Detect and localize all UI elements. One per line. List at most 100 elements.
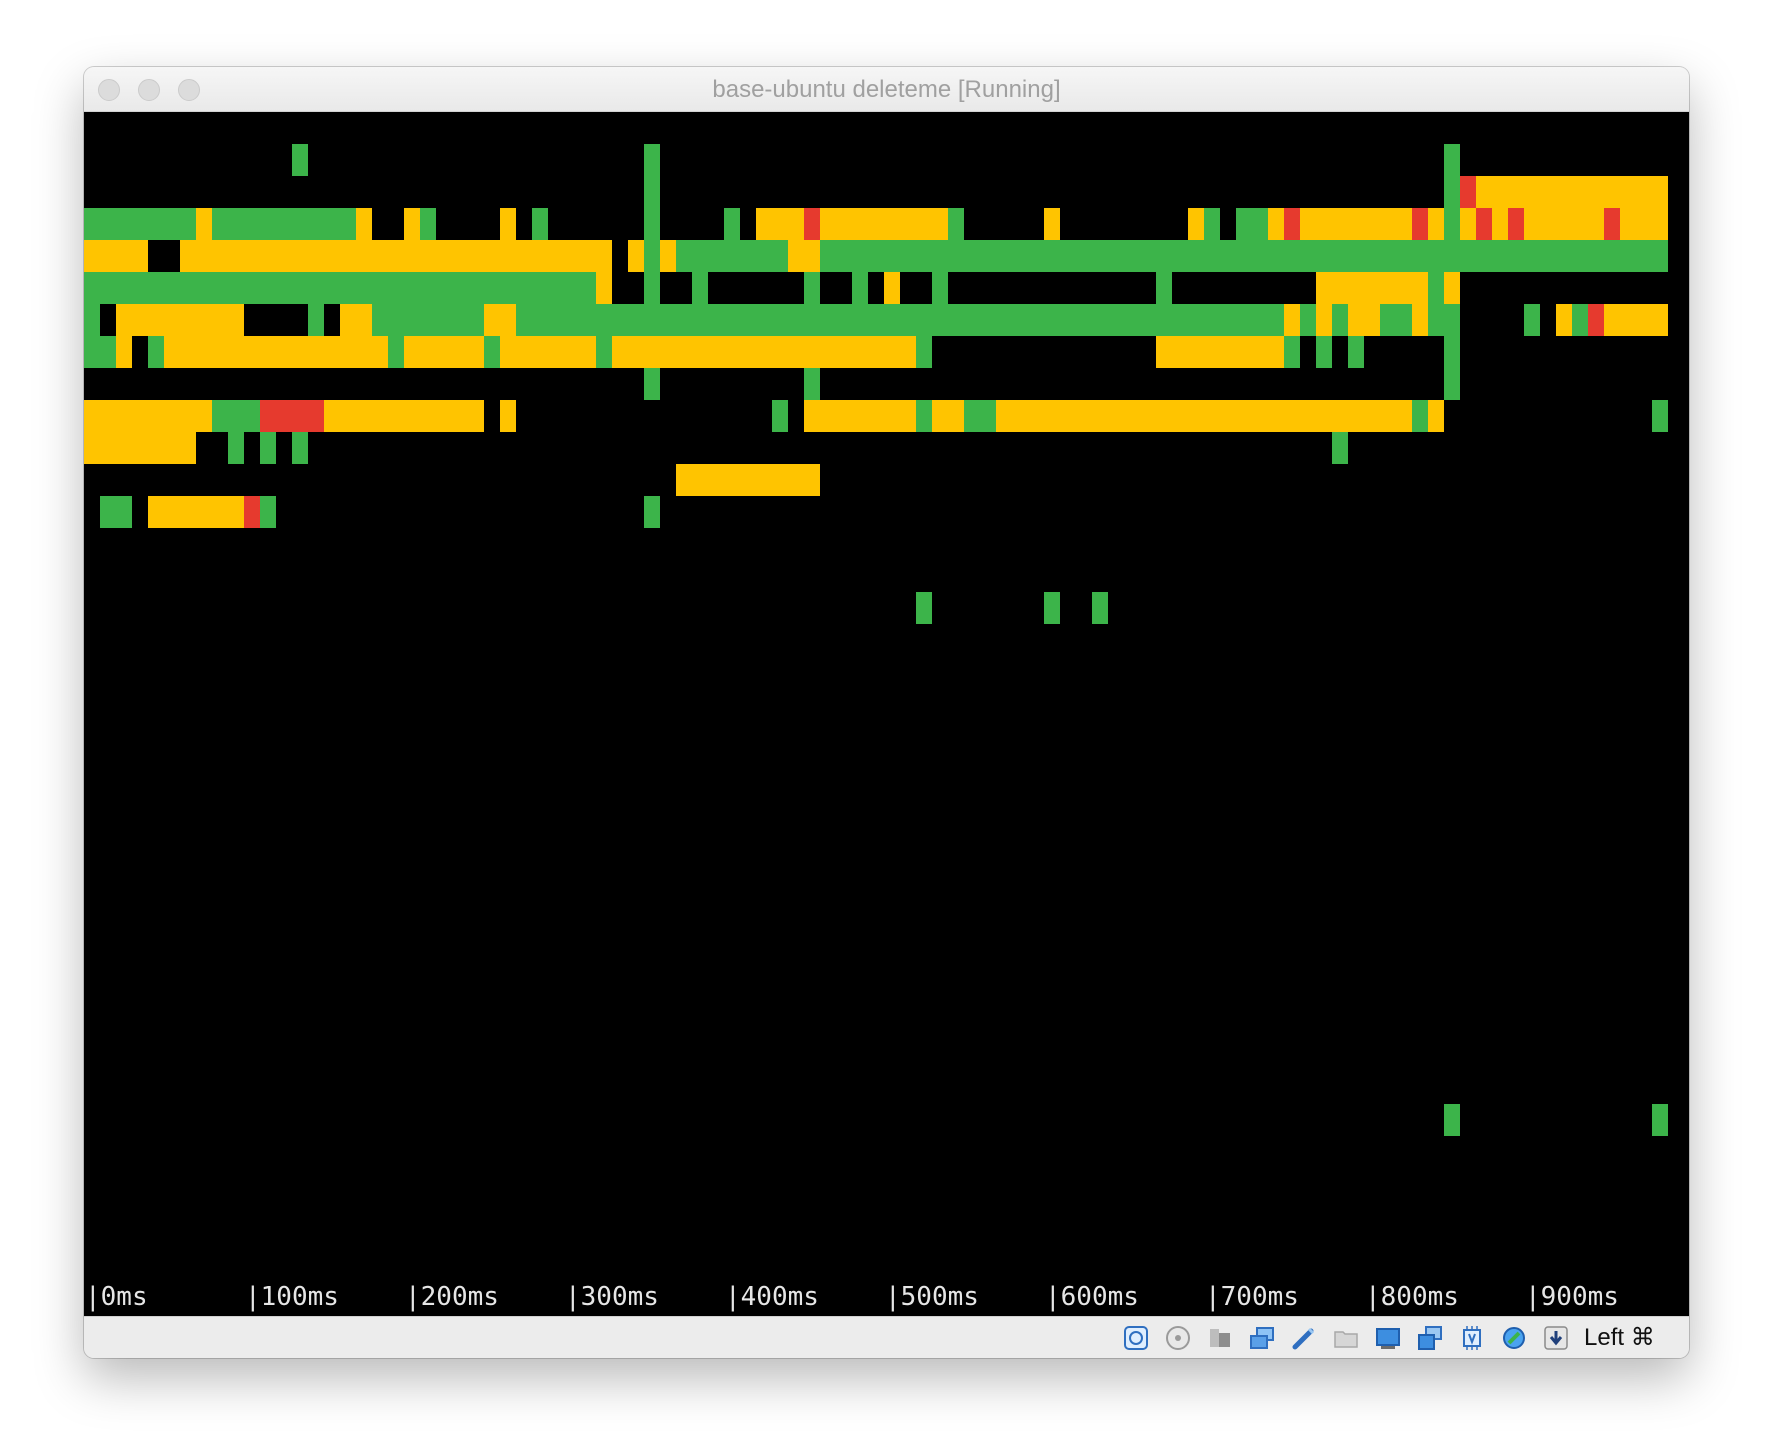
timeline-block [84, 208, 196, 240]
network-icon[interactable] [1249, 1325, 1275, 1351]
timeline-block [852, 272, 868, 304]
timeline-block [660, 240, 676, 272]
timeline-block [1316, 272, 1428, 304]
timeline-block [1044, 592, 1060, 624]
timeline-block [1284, 304, 1300, 336]
timeline-block [1588, 304, 1604, 336]
timeline-block [484, 304, 516, 336]
timeline-block [1604, 304, 1668, 336]
timeline-block [948, 208, 964, 240]
timeline-block [644, 240, 660, 272]
usb-icon[interactable] [1291, 1325, 1317, 1351]
mouse-integration-icon[interactable] [1501, 1325, 1527, 1351]
host-key-indicator[interactable]: Left ⌘ [1584, 1317, 1655, 1358]
timeline-block [532, 208, 548, 240]
timeline-block [1156, 272, 1172, 304]
timeline-block [996, 400, 1412, 432]
timeline-block [772, 400, 788, 432]
timeline-block [84, 432, 196, 464]
timeline-block [1476, 176, 1668, 208]
timeline-tick-label: |800ms [1365, 1282, 1459, 1312]
timeline-block [612, 336, 916, 368]
status-bar: Left ⌘ [84, 1316, 1689, 1358]
timeline-block [676, 240, 788, 272]
timeline-block [500, 208, 516, 240]
timeline-block [1444, 272, 1460, 304]
timeline-block [1476, 208, 1492, 240]
timeline-block [1348, 304, 1380, 336]
timeline-block [964, 400, 996, 432]
timeline-block [932, 400, 964, 432]
timeline-block [500, 400, 516, 432]
hard-disk-icon[interactable] [1123, 1325, 1149, 1351]
video-capture-icon[interactable] [1417, 1325, 1443, 1351]
vm-screen[interactable]: |0ms |100ms |200ms |300ms |400ms |500ms … [84, 112, 1689, 1316]
title-bar: base-ubuntu deleteme [Running] [84, 67, 1689, 112]
timeline-block [1284, 336, 1300, 368]
timeline-block [212, 400, 260, 432]
timeline-block [340, 304, 372, 336]
timeline-block [628, 240, 644, 272]
timeline-block [212, 208, 356, 240]
timeline-block [1444, 144, 1460, 176]
timeline-block [116, 304, 244, 336]
timeline-block [84, 400, 212, 432]
timeline-block [180, 240, 612, 272]
timeline-block [1092, 592, 1108, 624]
timeline-block [324, 400, 484, 432]
timeline-block [756, 208, 804, 240]
timeline-block [1428, 400, 1444, 432]
timeline-tick-label: |100ms [245, 1282, 339, 1312]
audio-icon[interactable] [1207, 1325, 1233, 1351]
timeline-block [916, 592, 932, 624]
timeline-block [1524, 208, 1604, 240]
timeline-tick-label: |600ms [1045, 1282, 1139, 1312]
timeline-tick-label: |500ms [885, 1282, 979, 1312]
display-icon[interactable] [1375, 1325, 1401, 1351]
timeline-block [932, 272, 948, 304]
timeline-block [644, 496, 660, 528]
timeline-block [516, 304, 1284, 336]
timeline-block [244, 496, 260, 528]
timeline-block [1412, 304, 1428, 336]
timeline-block [1316, 304, 1332, 336]
timeline-block [1300, 304, 1316, 336]
timeline-block [1156, 336, 1284, 368]
timeline-block [1236, 208, 1268, 240]
timeline-block [804, 208, 820, 240]
timeline-block [820, 208, 948, 240]
window-title: base-ubuntu deleteme [Running] [712, 76, 1061, 103]
timeline-block [1444, 208, 1460, 240]
timeline-block [884, 272, 900, 304]
timeline-block [84, 336, 116, 368]
timeline-block [804, 272, 820, 304]
timeline-block [1444, 176, 1460, 208]
cpu-icon[interactable] [1459, 1325, 1485, 1351]
timeline-block [260, 496, 276, 528]
timeline-block [1428, 272, 1444, 304]
timeline-block [1316, 336, 1332, 368]
timeline-block [1556, 304, 1572, 336]
timeline-block [1188, 208, 1204, 240]
timeline-block [644, 176, 660, 208]
download-icon[interactable] [1543, 1325, 1569, 1351]
timeline-block [1348, 336, 1364, 368]
timeline-block [196, 208, 212, 240]
shared-folders-icon[interactable] [1333, 1325, 1359, 1351]
timeline-block [1604, 208, 1620, 240]
timeline-tick-label: |700ms [1205, 1282, 1299, 1312]
timeline-block [1444, 336, 1460, 368]
timeline-block [404, 208, 420, 240]
timeline-block [1268, 208, 1284, 240]
timeline-block [484, 336, 500, 368]
timeline-block [1284, 208, 1300, 240]
timeline-block [644, 144, 660, 176]
optical-drive-icon[interactable] [1165, 1325, 1191, 1351]
timeline-block [228, 432, 244, 464]
timeline-block [804, 400, 916, 432]
timeline-block [916, 400, 932, 432]
timeline-block [1428, 304, 1460, 336]
timeline-tick-label: |200ms [405, 1282, 499, 1312]
timeline-block [820, 240, 1668, 272]
timeline-block [148, 496, 244, 528]
